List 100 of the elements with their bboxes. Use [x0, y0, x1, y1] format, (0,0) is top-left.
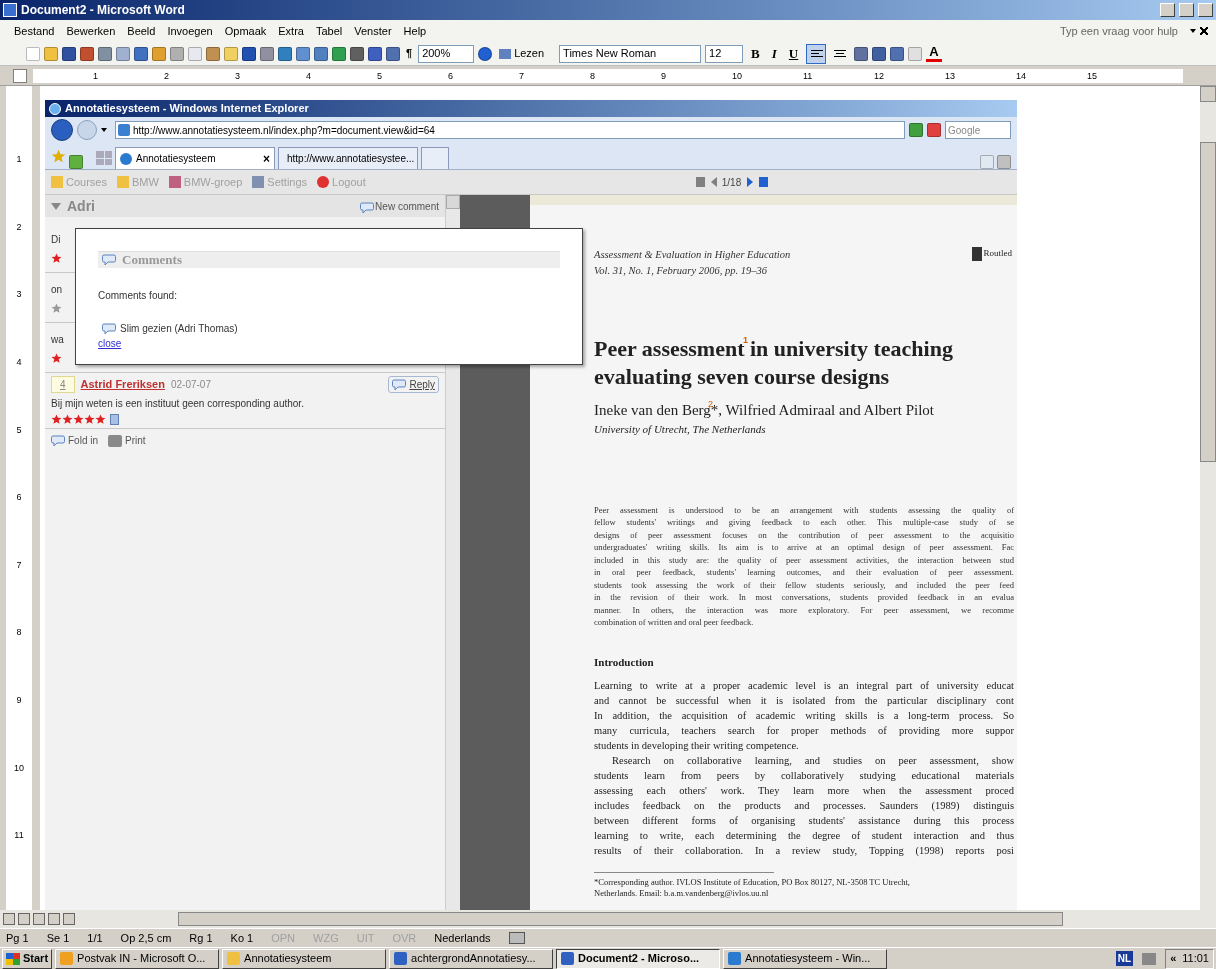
help-icon[interactable]: [478, 46, 493, 61]
status-field: Se 1: [46, 929, 70, 947]
ruler-number: 3: [235, 69, 241, 83]
italic-button[interactable]: I: [767, 43, 781, 64]
back-button[interactable]: [51, 119, 73, 141]
star-icon: [51, 252, 62, 264]
show-hidden-icons-button[interactable]: «: [1170, 950, 1177, 967]
ruler-number: 11: [14, 829, 24, 843]
scroll-up-button[interactable]: [1200, 86, 1216, 102]
menu-item[interactable]: Help: [397, 22, 433, 40]
comment-date: 02-07-07: [170, 378, 211, 392]
comment-text: wa: [51, 332, 64, 347]
favorites-star-icon[interactable]: [51, 149, 66, 164]
document-text-line: many curricula, teachers search for proper methods of providing more suppor: [594, 724, 1014, 738]
new-tab-button[interactable]: [421, 147, 449, 169]
ruler-number: 9: [661, 69, 667, 83]
new-comment-link[interactable]: New comment: [360, 198, 439, 214]
language-indicator[interactable]: NL: [1115, 951, 1134, 966]
document-text-line: in oral peer feedback, students' learning outcomes, and their evaluation of peer assessment.: [594, 566, 1014, 579]
font-color-button[interactable]: A: [926, 45, 942, 62]
underline-button[interactable]: U: [784, 43, 803, 64]
scroll-thumb[interactable]: [1200, 142, 1216, 462]
popup-title: Comments: [122, 251, 182, 270]
help-question-field[interactable]: Typ een vraag voor hulp: [1059, 22, 1186, 40]
address-text: http://www.annotatiesysteem.nl/index.php?m=document.view&id=64: [133, 123, 435, 138]
window-title: Document2 - Microsoft Word: [21, 2, 185, 19]
document-text-line: undergraduates' writing skills. Its aim is to arrive at an optimal design of peer assessment. Fac: [594, 541, 1014, 554]
ruler-number: 5: [377, 69, 383, 83]
document-text-line: in the revision of their work. In most conversations, students provided feedback in an evalua: [594, 591, 1014, 604]
browser-tab[interactable]: Annotatiesysteem ×: [115, 147, 275, 169]
document-text-line: learning to write, each determining the degree of student interaction and thus: [594, 829, 1014, 843]
align-left-button[interactable]: [806, 43, 827, 64]
menu-item[interactable]: Tabel: [309, 22, 349, 40]
ruler-number: 3: [16, 288, 22, 302]
start-button[interactable]: Start: [2, 948, 53, 969]
font-size-field[interactable]: 12: [705, 44, 744, 63]
collapse-triangle-icon[interactable]: [51, 202, 61, 210]
menu-item[interactable]: Bestand: [8, 22, 61, 40]
document-text-line: designs of peer assessment focuses on the contribution of peer assessment to the acquisitio: [594, 528, 1014, 541]
speech-bubble-icon: [360, 201, 375, 214]
status-field: Rg 1: [189, 929, 213, 947]
close-link[interactable]: close: [98, 336, 122, 351]
ruler-number: 10: [14, 761, 24, 775]
author-link[interactable]: Astrid Freriksen: [80, 376, 165, 393]
fold-in-link[interactable]: Fold in: [51, 433, 98, 448]
footnote-text: *Corresponding author. IVLOS Institute of Education, PO Box 80127, NL-3508 TC Utrecht,: [594, 877, 911, 888]
taskbar-button[interactable]: Annotatiesysteem - Win...: [723, 948, 888, 969]
taskbar-button[interactable]: achtergrondAnnotatiesy...: [389, 948, 554, 969]
status-field: Nederlands: [434, 929, 491, 947]
menu-item[interactable]: Beeld: [121, 22, 162, 40]
dropdown-arrow-icon[interactable]: [101, 128, 107, 132]
document-text-line: and cannot be successful when it is isolated from the particular disciplinary cont: [594, 694, 1014, 708]
menu-item[interactable]: Opmaak: [218, 22, 273, 40]
zoom-field[interactable]: 200%: [418, 44, 475, 63]
ruler-number: 10: [732, 69, 743, 83]
document-text-line: students took assessing the work of their fellow students seriously, and included the peer feed: [594, 578, 1014, 591]
document-text-line: combination of written and oral peer feedback.: [594, 616, 755, 629]
menu-item[interactable]: Bewerken: [60, 22, 122, 40]
read-button[interactable]: Lezen: [496, 45, 548, 62]
page-counter: 1/18: [721, 175, 742, 190]
taskbar-button[interactable]: Postvak IN - Microsoft O...: [55, 948, 220, 969]
menu-item[interactable]: Invoegen: [161, 22, 219, 40]
taskbar-button[interactable]: Document2 - Microso...: [556, 948, 721, 969]
menu-item[interactable]: Venster: [348, 22, 398, 40]
menu-item[interactable]: Extra: [272, 22, 310, 40]
paragraph-mark-button[interactable]: ¶: [404, 45, 415, 62]
close-tab-button[interactable]: ×: [263, 149, 270, 168]
next-page-icon[interactable]: [747, 177, 754, 187]
document-text-line: manner. In others, the interaction was more exploratory. For peer assessment, we recomme: [594, 603, 1014, 616]
ruler-number: 2: [16, 220, 22, 234]
star-icon: [84, 414, 95, 425]
speech-bubble-icon: [392, 378, 407, 391]
speech-bubble-icon: [102, 322, 116, 335]
address-field[interactable]: http://www.annotatiesysteem.nl/index.php?m=document.view&id=64: [115, 121, 905, 139]
affiliation: University of Utrecht, The Netherlands: [594, 422, 767, 437]
vertical-scrollbar[interactable]: [1200, 86, 1216, 910]
clock: 11:01: [1182, 951, 1209, 967]
font-field[interactable]: Times New Roman: [559, 44, 702, 63]
horizontal-scrollbar[interactable]: [178, 912, 1063, 926]
browser-tab[interactable]: http://www.annotatiesystee...: [278, 147, 418, 169]
ruler-number: 4: [16, 355, 22, 369]
search-field[interactable]: Google: [945, 121, 1011, 139]
tab-selector-icon[interactable]: [13, 68, 27, 83]
comment-link[interactable]: Slim gezien (Adri Thomas): [98, 321, 560, 336]
comment-text: Di: [51, 232, 61, 247]
comment-number: 4: [51, 376, 75, 393]
journal-volume: Vol. 31, No. 1, February 2006, pp. 19–36: [594, 263, 768, 278]
dropdown-arrow-icon[interactable]: [1190, 29, 1196, 33]
comment-bubble-icon: [102, 254, 116, 266]
browser-title: Annotatiesysteem - Windows Internet Explorer: [65, 101, 309, 117]
ruler-number: 9: [16, 694, 22, 708]
reply-button[interactable]: Reply: [388, 376, 439, 393]
bold-button[interactable]: B: [747, 43, 764, 64]
ruler-number: 6: [16, 491, 22, 505]
print-link[interactable]: Print: [108, 433, 146, 448]
ruler-number: 8: [590, 69, 596, 83]
taskbar-button[interactable]: Annotatiesysteem: [222, 948, 387, 969]
ruler-number: 5: [16, 423, 22, 437]
ruler-number: 14: [1016, 69, 1027, 83]
previous-page-icon[interactable]: [710, 177, 717, 187]
